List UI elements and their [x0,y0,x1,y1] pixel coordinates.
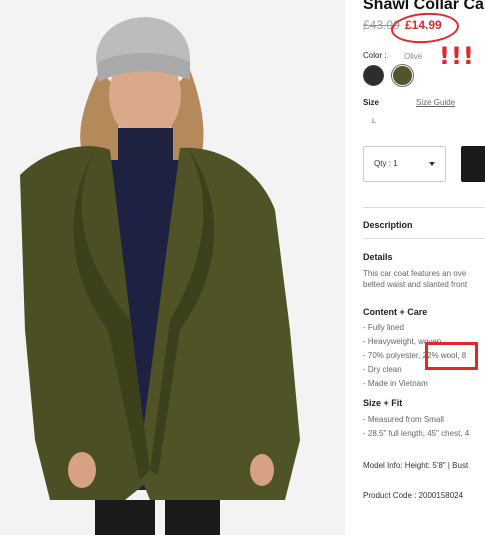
list-item: - Measured from Small [363,415,444,424]
product-code: Product Code : 2000158024 [363,491,464,500]
product-image[interactable] [0,0,345,535]
annotation-circle [390,10,460,46]
product-title: Shawl Collar Car [363,0,485,13]
details-heading: Details [363,252,393,262]
list-item: - Fully lined [363,323,404,332]
size-fit-list: - Measured from Small - 28.5" full lengt… [363,413,469,441]
color-swatch-black[interactable] [363,65,384,86]
quantity-select[interactable]: Qty : 1 [363,146,446,182]
model-wearing-coat-illustration [0,0,345,535]
size-option-l[interactable]: L [372,118,376,125]
annotation-exclamation-marks: !!! [439,42,475,70]
details-text: This car coat features an ove belted wai… [363,269,468,289]
caret-down-icon [429,162,435,166]
size-guide-link[interactable]: Size Guide [416,98,455,107]
quantity-label: Qty : 1 [374,159,398,168]
divider [363,207,485,208]
model-info: Model Info: Height: 5'8" | Bust [363,461,469,470]
add-to-bag-button[interactable] [461,146,485,182]
list-item: - 28.5" full length, 45" chest, 4 [363,429,470,438]
size-fit-heading: Size + Fit [363,398,403,408]
divider [363,238,485,239]
product-info-panel: Shawl Collar Car £43.00 £14.99 !!! Color… [345,0,485,535]
selected-color: Olive [404,52,423,61]
description-tab[interactable]: Description [363,220,413,230]
color-label: Color : [363,51,387,60]
annotation-box [425,342,478,370]
color-swatch-olive[interactable] [392,65,413,86]
size-label: Size [363,98,380,107]
list-item: - Made in Vietnam [363,379,428,388]
content-care-heading: Content + Care [363,307,428,317]
